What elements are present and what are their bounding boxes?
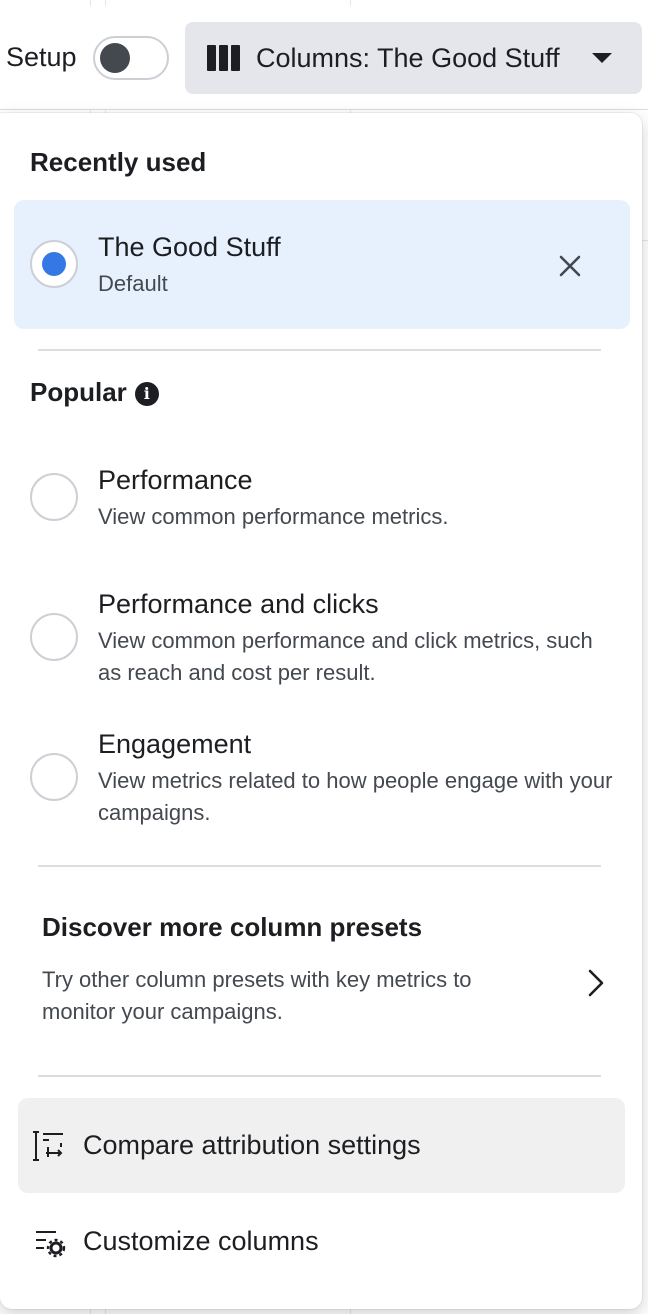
- popular-heading: Popular i: [30, 377, 159, 408]
- compare-attribution-icon: [33, 1130, 63, 1161]
- columns-dropdown-panel: Recently used The Good Stuff Default Pop…: [0, 113, 642, 1309]
- option-title: The Good Stuff: [98, 232, 281, 262]
- customize-columns-icon: [36, 1230, 66, 1257]
- toggle-knob: [99, 42, 130, 73]
- radio-button[interactable]: [30, 753, 78, 801]
- divider: [38, 865, 601, 867]
- option-title: Engagement: [98, 729, 252, 759]
- divider: [38, 349, 601, 351]
- close-icon[interactable]: [556, 252, 584, 280]
- option-performance[interactable]: Performance View common performance metr…: [14, 451, 630, 551]
- setup-label: Setup: [6, 42, 77, 72]
- toolbar: Setup Columns: The Good Stuff: [0, 6, 648, 110]
- option-description: View common performance and click metric…: [98, 628, 593, 685]
- caret-down-icon: [592, 53, 612, 63]
- option-engagement[interactable]: Engagement View metrics related to how p…: [14, 715, 630, 835]
- setup-toggle[interactable]: [92, 35, 169, 80]
- radio-button[interactable]: [30, 473, 78, 521]
- option-description: View common performance metrics.: [98, 504, 449, 529]
- option-title: Performance and clicks: [98, 589, 379, 619]
- option-performance-and-clicks[interactable]: Performance and clicks View common perfo…: [14, 575, 630, 695]
- columns-button-label: Columns: The Good Stuff: [256, 42, 560, 73]
- info-icon[interactable]: i: [134, 381, 159, 406]
- divider: [38, 1075, 601, 1077]
- discover-description: Try other column presets with key metric…: [42, 967, 472, 1024]
- columns-dropdown-button[interactable]: Columns: The Good Stuff: [185, 22, 642, 94]
- option-subtitle: Default: [98, 271, 168, 296]
- option-the-good-stuff[interactable]: The Good Stuff Default: [14, 200, 630, 329]
- radio-button[interactable]: [30, 613, 78, 661]
- radio-button-checked[interactable]: [30, 240, 78, 288]
- chevron-right-icon[interactable]: [584, 967, 608, 999]
- popular-heading-label: Popular: [30, 377, 127, 407]
- recently-used-heading: Recently used: [30, 147, 207, 177]
- customize-columns-label: Customize columns: [83, 1226, 319, 1256]
- compare-attribution-label: Compare attribution settings: [83, 1130, 421, 1160]
- columns-icon: [207, 45, 240, 71]
- discover-title: Discover more column presets: [42, 912, 423, 942]
- option-title: Performance: [98, 465, 253, 495]
- option-description: View metrics related to how people engag…: [98, 768, 613, 825]
- customize-columns-item[interactable]: Customize columns: [18, 1194, 625, 1289]
- compare-attribution-settings-item[interactable]: Compare attribution settings: [18, 1098, 625, 1193]
